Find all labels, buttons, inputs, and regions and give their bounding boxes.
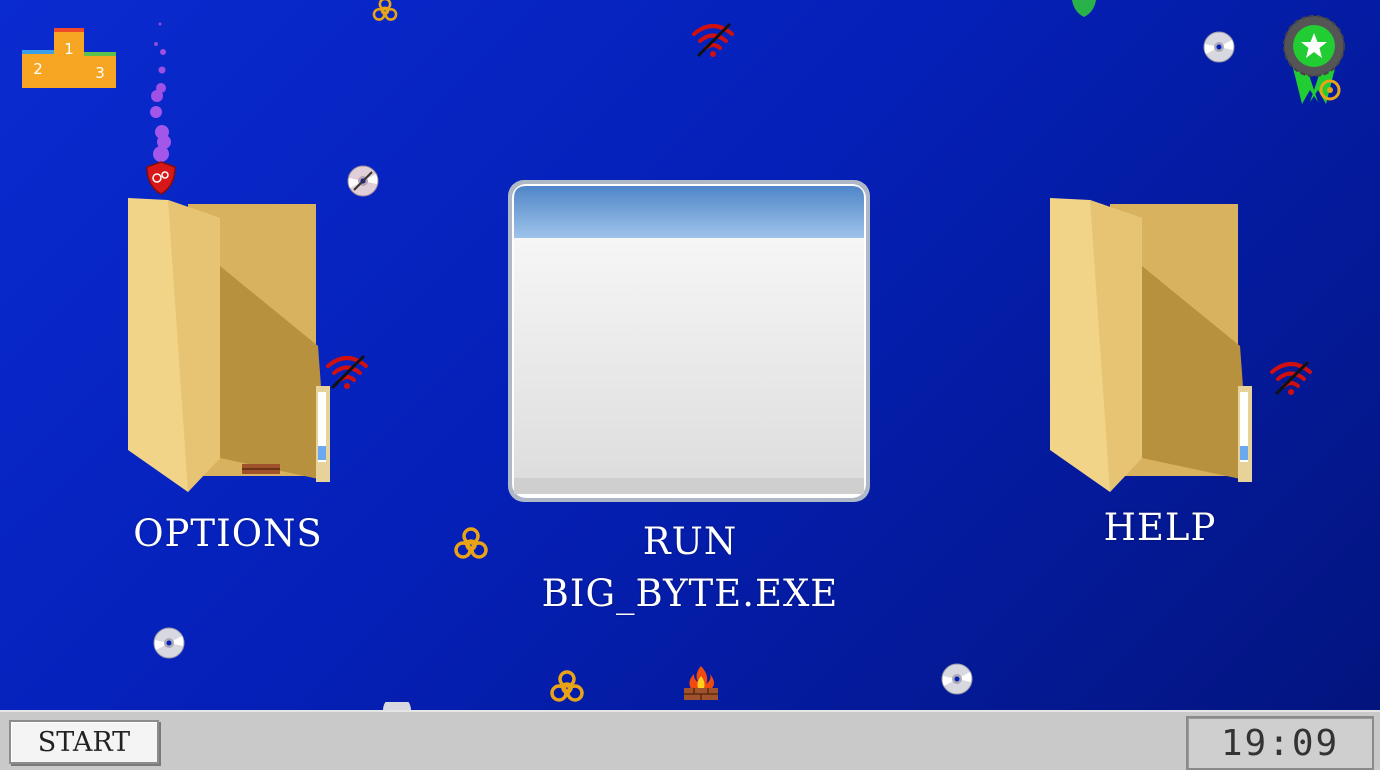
- options-label: OPTIONS: [133, 512, 323, 555]
- podium-icon: 2 1 3: [22, 28, 116, 88]
- clock: 19:09: [1186, 716, 1374, 770]
- start-button[interactable]: START: [9, 720, 159, 764]
- biohazard-icon: [372, 0, 398, 21]
- shield-icon: [146, 161, 176, 195]
- no-wifi-icon: [1270, 360, 1312, 396]
- firewall-icon: [684, 666, 718, 700]
- cd-disc-icon: [347, 165, 379, 197]
- leaderboard-button[interactable]: 2 1 3: [20, 24, 118, 88]
- cd-disc-icon: [383, 702, 411, 710]
- run-big-byte-button[interactable]: [506, 178, 872, 504]
- achievements-button[interactable]: [1280, 14, 1348, 108]
- help-folder-button[interactable]: [1050, 196, 1255, 494]
- folder-icon: [1050, 198, 1252, 492]
- podium-place-3: 3: [95, 64, 105, 82]
- cd-disc-icon: [1203, 31, 1235, 63]
- podium-place-2: 2: [33, 60, 43, 78]
- help-label: HELP: [1103, 506, 1217, 549]
- no-wifi-icon: [692, 22, 734, 58]
- options-folder-button[interactable]: [128, 196, 333, 494]
- biohazard-icon: [454, 527, 488, 559]
- no-wifi-icon: [326, 354, 368, 390]
- award-badge-icon: [1283, 15, 1345, 104]
- run-label: RUN BIG_BYTE.EXE: [541, 520, 839, 615]
- desktop: 2 1 3 OPTIONS RUN BIG_BYTE.EXE HELP: [0, 0, 1380, 710]
- podium-place-1: 1: [64, 40, 74, 58]
- folder-icon: [128, 198, 330, 492]
- cd-disc-icon: [153, 627, 185, 659]
- firewall-icon: [242, 464, 280, 474]
- application-window-icon: [508, 180, 870, 502]
- cd-disc-icon: [941, 663, 973, 695]
- shield-icon: [1072, 0, 1096, 17]
- taskbar: START 19:09: [0, 710, 1380, 770]
- particle-trail: [150, 22, 171, 162]
- biohazard-icon: [550, 670, 584, 702]
